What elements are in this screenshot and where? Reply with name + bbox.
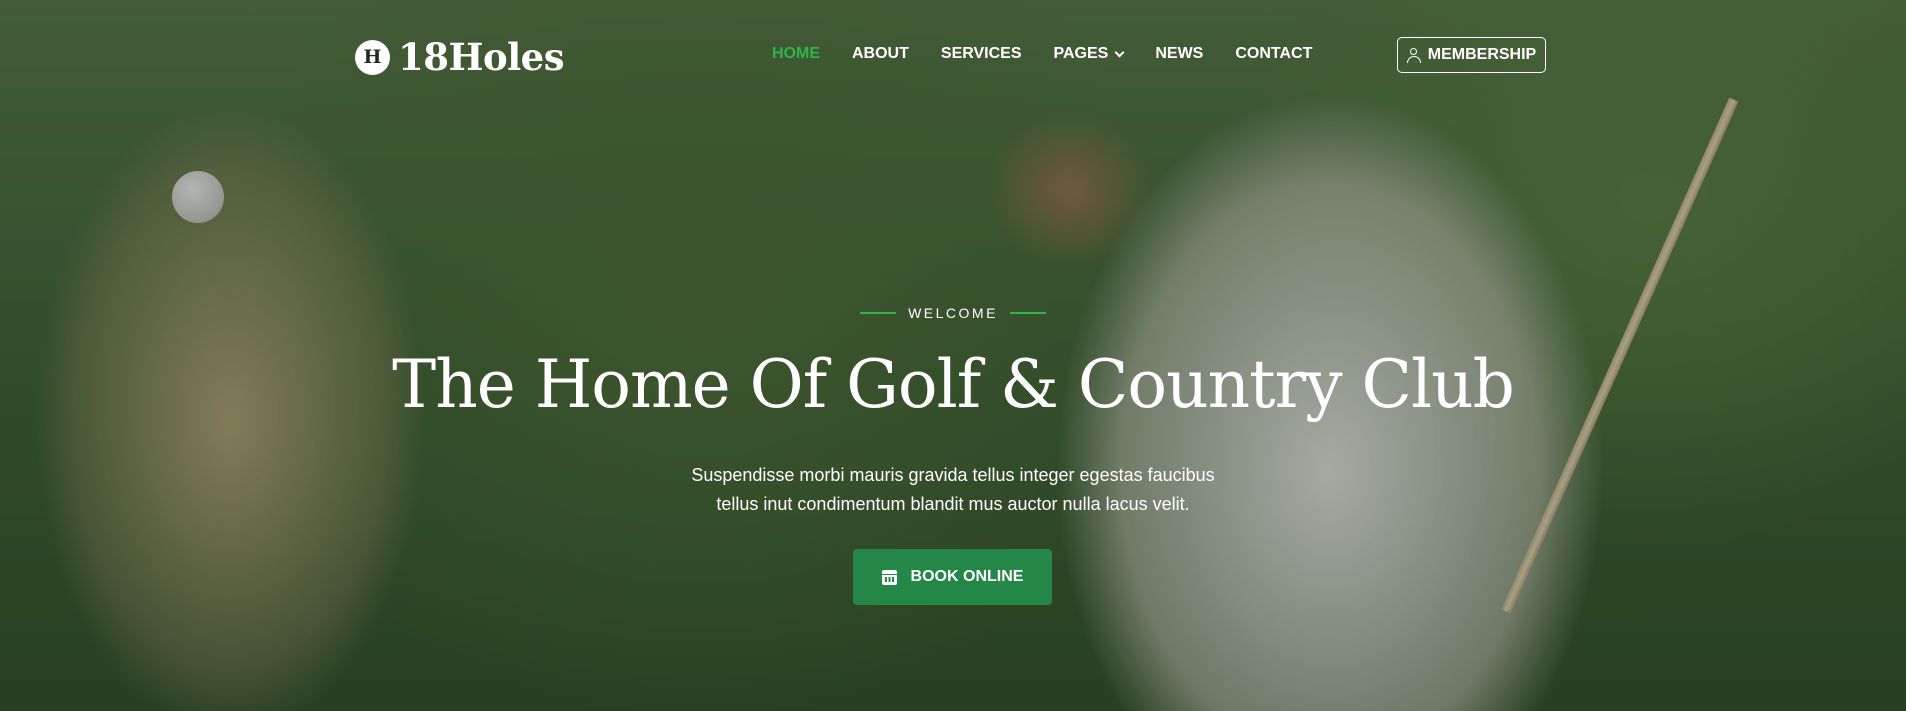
eyebrow-text: WELCOME [908,305,998,321]
user-icon [1406,47,1421,63]
nav-item-about[interactable]: ABOUT [852,45,909,63]
hero-subtitle-line-1: Suspendisse morbi mauris gravida tellus … [691,465,1215,485]
hero-subtitle: Suspendisse morbi mauris gravida tellus … [0,461,1906,519]
divider-left [860,312,896,314]
book-online-button[interactable]: BOOK ONLINE [853,549,1052,605]
hero-section: H 18Holes HOME ABOUT SERVICES PAGES NEWS… [0,0,1906,711]
membership-label: MEMBERSHIP [1427,46,1537,63]
nav-item-news[interactable]: NEWS [1155,45,1203,63]
main-nav: HOME ABOUT SERVICES PAGES NEWS CONTACT [772,45,1312,63]
welcome-eyebrow: WELCOME [860,305,1046,321]
hero-subtitle-line-2: tellus inut condimentum blandit mus auct… [716,494,1190,514]
logo-text: 18Holes [398,35,565,79]
nav-item-contact[interactable]: CONTACT [1235,45,1312,63]
calendar-icon [881,569,897,585]
logo-badge-icon: H [355,39,390,75]
divider-right [1010,312,1046,314]
hero-title: The Home Of Golf & Country Club [392,346,1515,423]
chevron-down-icon [1114,47,1125,57]
nav-item-home[interactable]: HOME [772,45,820,63]
nav-item-pages[interactable]: PAGES [1053,45,1125,63]
membership-button[interactable]: MEMBERSHIP [1397,37,1546,73]
nav-item-pages-label: PAGES [1053,45,1109,62]
book-online-label: BOOK ONLINE [910,568,1024,585]
nav-item-services[interactable]: SERVICES [941,45,1022,63]
site-logo[interactable]: H 18Holes [355,35,565,79]
